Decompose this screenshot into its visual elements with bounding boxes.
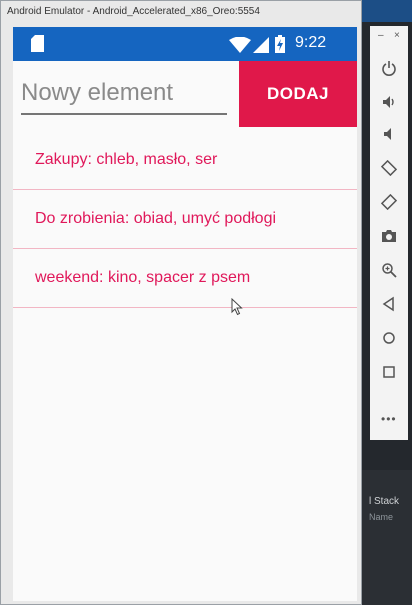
list-item[interactable]: Do zrobienia: obiad, umyć podłogi bbox=[13, 190, 357, 249]
emulator-window: Android Emulator - Android_Accelerated_x… bbox=[0, 0, 362, 605]
screenshot-button[interactable] bbox=[379, 226, 399, 246]
overview-button[interactable] bbox=[379, 362, 399, 382]
minimize-button[interactable]: – bbox=[378, 30, 384, 41]
back-triangle-icon bbox=[382, 296, 394, 312]
sd-card-icon bbox=[31, 35, 44, 52]
home-button[interactable] bbox=[379, 328, 399, 348]
home-circle-icon bbox=[383, 332, 395, 344]
close-button[interactable]: × bbox=[394, 30, 400, 41]
list-item[interactable]: Zakupy: chleb, masło, ser bbox=[13, 131, 357, 190]
rotate-left-icon bbox=[381, 160, 397, 176]
input-row: DODAJ bbox=[13, 61, 357, 129]
new-item-input[interactable] bbox=[21, 73, 227, 115]
power-button[interactable] bbox=[379, 58, 399, 78]
rotate-right-button[interactable] bbox=[379, 192, 399, 212]
zoom-button[interactable] bbox=[379, 260, 399, 280]
back-button[interactable] bbox=[379, 294, 399, 314]
ide-name-label: Name bbox=[369, 512, 394, 522]
more-options-button[interactable]: ••• bbox=[381, 412, 397, 426]
rotate-left-button[interactable] bbox=[379, 158, 399, 178]
camera-icon bbox=[382, 230, 396, 242]
emulator-toolbar: – × ••• bbox=[370, 26, 408, 440]
volume-up-icon bbox=[383, 96, 394, 108]
ide-title-strip bbox=[362, 0, 412, 22]
status-time: 9:22 bbox=[295, 34, 327, 51]
battery-charging-icon bbox=[275, 35, 285, 53]
phone-screen: 9:22 DODAJ Zakupy: chleb, masło, ser Do … bbox=[13, 27, 357, 601]
status-bar: 9:22 bbox=[13, 27, 357, 61]
wifi-icon bbox=[229, 37, 251, 53]
signal-icon bbox=[253, 37, 269, 53]
overview-square-icon bbox=[383, 366, 395, 378]
power-icon bbox=[382, 61, 396, 76]
add-button[interactable]: DODAJ bbox=[239, 61, 357, 127]
ide-stack-label: l Stack bbox=[369, 496, 400, 507]
ide-lower-panel bbox=[362, 470, 412, 605]
list-item[interactable]: weekend: kino, spacer z psem bbox=[13, 249, 357, 308]
rotate-right-icon bbox=[381, 194, 397, 210]
volume-down-icon bbox=[384, 128, 391, 140]
mouse-pointer-icon bbox=[231, 298, 243, 316]
window-title: Android Emulator - Android_Accelerated_x… bbox=[1, 1, 361, 23]
volume-down-button[interactable] bbox=[379, 124, 399, 144]
volume-up-button[interactable] bbox=[379, 92, 399, 112]
item-list: Zakupy: chleb, masło, ser Do zrobienia: … bbox=[13, 131, 357, 308]
zoom-icon bbox=[382, 263, 397, 278]
